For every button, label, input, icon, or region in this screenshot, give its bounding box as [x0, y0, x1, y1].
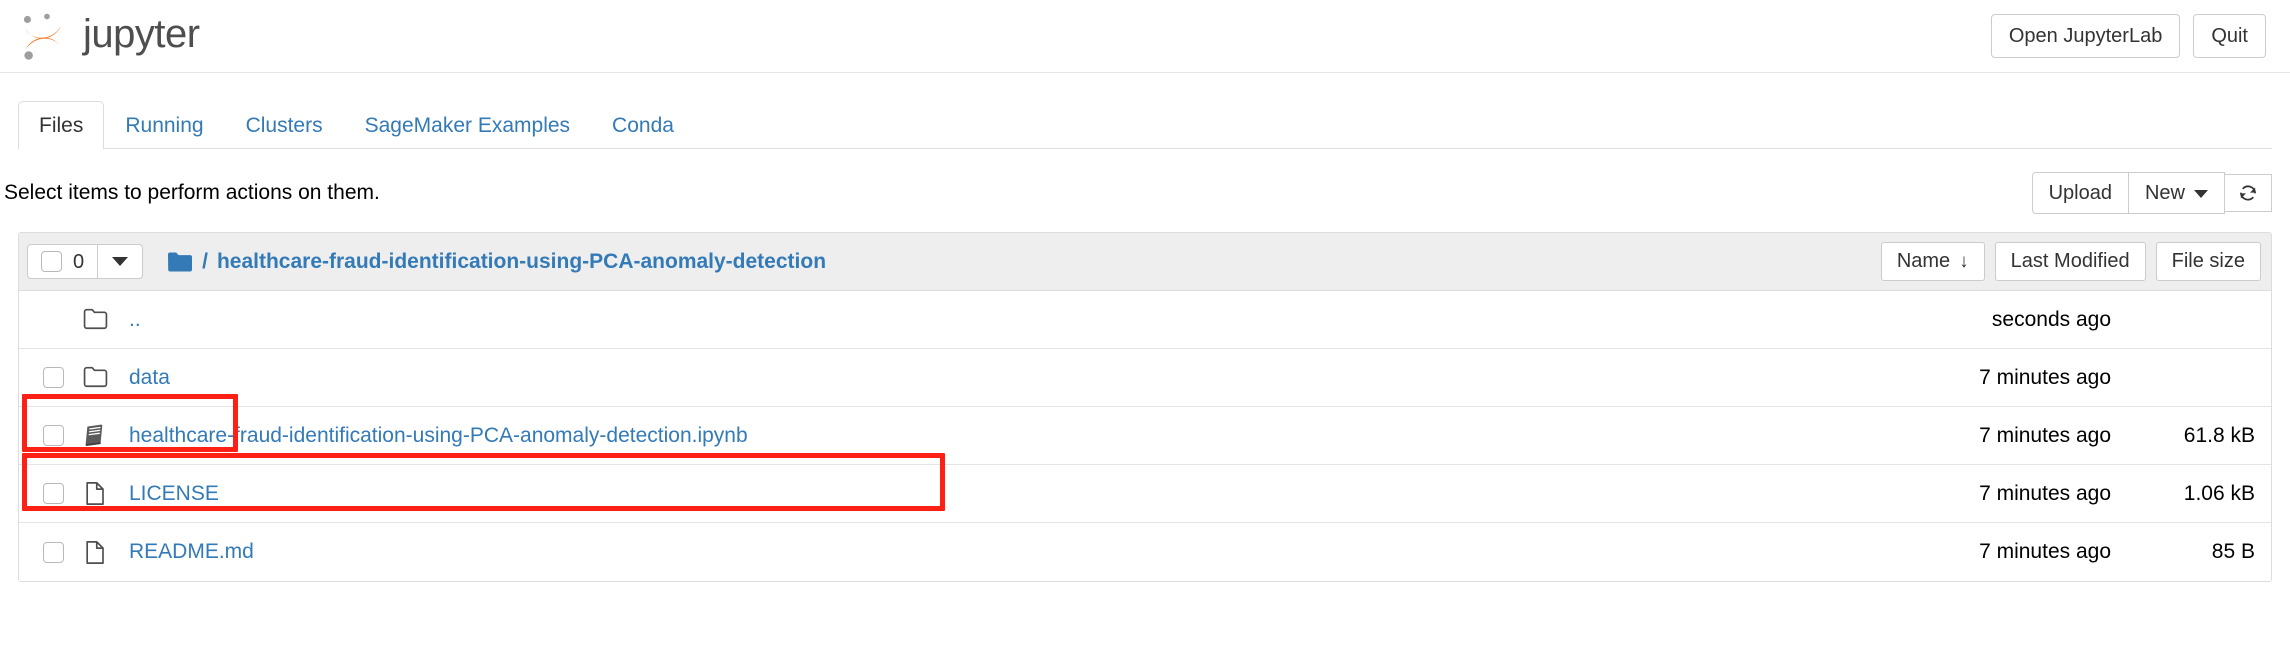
sort-name-label: Name — [1896, 250, 1951, 272]
row-modified: 7 minutes ago — [1979, 540, 2111, 563]
file-list: 0 / healthcare-fraud-identification-usin… — [18, 232, 2272, 582]
breadcrumb-separator: / — [202, 249, 208, 273]
row-name-link[interactable]: healthcare-fraud-identification-using-PC… — [125, 424, 748, 448]
row-modified: 7 minutes ago — [1979, 481, 2111, 505]
row-checkbox-slot — [27, 367, 83, 388]
row-checkbox[interactable] — [43, 483, 64, 504]
tab-list: Files Running Clusters SageMaker Example… — [18, 100, 2272, 149]
caret-down-icon — [112, 257, 129, 266]
folder-outline-icon — [83, 365, 125, 390]
tabs-container: Files Running Clusters SageMaker Example… — [0, 73, 2290, 149]
folder-filled-icon[interactable] — [167, 251, 193, 273]
file-icon — [83, 481, 125, 506]
breadcrumb-path[interactable]: healthcare-fraud-identification-using-PC… — [217, 250, 826, 274]
table-row[interactable]: LICENSE 7 minutes ago 1.06 kB — [19, 465, 2271, 523]
file-icon — [83, 540, 125, 565]
row-name-link[interactable]: .. — [125, 308, 141, 332]
tab-files[interactable]: Files — [18, 100, 105, 149]
selection-hint: Select items to perform actions on them. — [4, 181, 380, 205]
open-jupyterlab-button[interactable]: Open JupyterLab — [1990, 14, 2181, 58]
file-list-header: 0 / healthcare-fraud-identification-usin… — [19, 233, 2271, 291]
sort-by-size-button[interactable]: File size — [2155, 242, 2261, 281]
select-all-button[interactable]: 0 — [27, 244, 99, 279]
table-row[interactable]: README.md 7 minutes ago 85 B — [19, 523, 2271, 581]
sort-by-name-button[interactable]: Name ↓ — [1880, 242, 1985, 281]
brand-title: jupyter — [83, 12, 200, 56]
action-bar: Select items to perform actions on them.… — [0, 149, 2290, 232]
tab-running[interactable]: Running — [104, 101, 224, 149]
jupyter-logo-icon — [18, 10, 70, 62]
new-button[interactable]: New — [2127, 172, 2225, 214]
sort-by-modified-button[interactable]: Last Modified — [1994, 242, 2146, 281]
table-row[interactable]: healthcare-fraud-identification-using-PC… — [19, 407, 2271, 465]
new-button-label: New — [2144, 182, 2185, 204]
row-checkbox-slot — [27, 541, 83, 563]
row-checkbox-slot — [27, 483, 83, 504]
app-header: jupyter Open JupyterLab Quit — [0, 0, 2290, 73]
breadcrumb: / healthcare-fraud-identification-using-… — [167, 250, 826, 274]
sort-controls: Name ↓ Last Modified File size — [1880, 242, 2261, 281]
notebook-icon — [83, 423, 125, 448]
row-checkbox-slot — [27, 425, 83, 446]
brand[interactable]: jupyter — [18, 10, 200, 62]
row-size: 1.06 kB — [2183, 481, 2255, 505]
selected-count: 0 — [73, 250, 85, 273]
refresh-button[interactable] — [2224, 174, 2272, 212]
folder-outline-icon — [83, 307, 125, 332]
select-all-dropdown-button[interactable] — [98, 244, 144, 279]
row-size: 61.8 kB — [2183, 423, 2255, 447]
row-checkbox[interactable] — [43, 425, 64, 446]
row-size: 85 B — [2211, 540, 2255, 563]
caret-down-icon — [2194, 189, 2208, 198]
arrow-down-icon: ↓ — [1959, 251, 1969, 272]
refresh-icon — [2238, 183, 2258, 203]
tab-clusters[interactable]: Clusters — [225, 101, 344, 149]
action-buttons: Upload New — [2031, 172, 2272, 214]
row-modified: seconds ago — [1991, 307, 2111, 331]
row-checkbox[interactable] — [43, 367, 64, 388]
row-name-link[interactable]: data — [125, 366, 170, 390]
row-modified: 7 minutes ago — [1979, 423, 2111, 447]
row-name-link[interactable]: LICENSE — [125, 482, 219, 506]
table-row[interactable]: .. seconds ago — [19, 291, 2271, 349]
row-modified: 7 minutes ago — [1979, 365, 2111, 389]
upload-button[interactable]: Upload — [2031, 172, 2129, 214]
tab-conda[interactable]: Conda — [591, 101, 695, 149]
header-actions: Open JupyterLab Quit — [1990, 14, 2266, 58]
select-all-group: 0 — [27, 244, 144, 279]
row-name-link[interactable]: README.md — [125, 540, 254, 564]
table-row[interactable]: data 7 minutes ago — [19, 349, 2271, 407]
quit-button[interactable]: Quit — [2193, 14, 2266, 58]
checkbox-unchecked-icon[interactable] — [41, 251, 62, 272]
row-checkbox[interactable] — [43, 541, 64, 563]
tab-sagemaker-examples[interactable]: SageMaker Examples — [344, 101, 591, 149]
